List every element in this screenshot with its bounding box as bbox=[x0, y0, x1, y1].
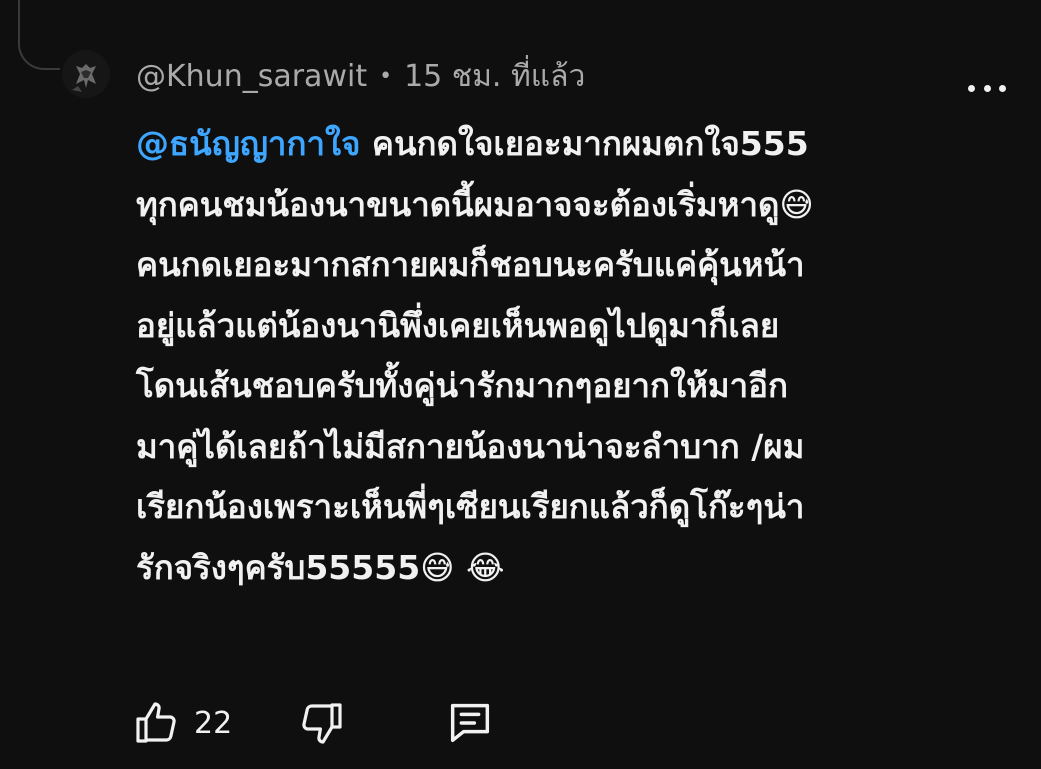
comment-line: มาคู่ได้เลยถ้าไม่มีสกายน้องนาน่าจะลำบาก … bbox=[136, 426, 805, 466]
comment-icon bbox=[451, 703, 490, 743]
avatar-image bbox=[62, 50, 110, 98]
more-horizontal-icon bbox=[968, 84, 975, 92]
thread-connector bbox=[18, 0, 60, 70]
avatar[interactable] bbox=[62, 50, 110, 98]
more-options-button[interactable] bbox=[968, 78, 1006, 98]
author-handle[interactable]: @Khun_sarawit bbox=[136, 59, 367, 94]
comment-header: @Khun_sarawit • 15 ชม. ที่แล้ว bbox=[136, 56, 585, 96]
separator-dot: • bbox=[379, 63, 393, 89]
like-button[interactable]: 22 bbox=[132, 699, 232, 747]
dislike-button[interactable] bbox=[298, 699, 346, 747]
thumb-up-icon bbox=[136, 702, 176, 743]
timestamp[interactable]: 15 ชม. ที่แล้ว bbox=[404, 53, 585, 100]
comment-text: คนกดใจเยอะมากผมตกใจ555 bbox=[360, 124, 809, 163]
comment-actions: 22 bbox=[132, 695, 496, 751]
thumb-down-icon bbox=[302, 703, 342, 744]
comment-line: คนกดเยอะมากสกายผมก็ชอบนะครับแค่คุ้นหน้า bbox=[136, 245, 805, 284]
comment-line: อยู่แล้วแต่น้องนานิพึ่งเคยเห็นพอดูไปดูมา… bbox=[136, 305, 780, 345]
comment-line: โดนเส้นชอบครับทั้งคู่น่ารักมากๆอยากให้มา… bbox=[136, 366, 788, 405]
like-count: 22 bbox=[194, 705, 233, 741]
mention-link[interactable]: @ธนัญญากาใจ bbox=[136, 124, 360, 163]
reply-button[interactable] bbox=[444, 697, 496, 749]
comment-line: เรียกน้องเพราะเห็นพี่ๆเซียนเรียกแล้วก็ดู… bbox=[136, 487, 805, 526]
comment-line: @ธนัญญากาใจ คนกดใจเยอะมากผมตกใจ555 bbox=[136, 114, 966, 175]
comment-body: @ธนัญญากาใจ คนกดใจเยอะมากผมตกใจ555 ทุกคน… bbox=[136, 114, 966, 598]
comment-line: ทุกคนชมน้องนาขนาดนี้ผมอาจจะต้องเริ่มหาดู… bbox=[136, 184, 814, 224]
comment-line: รักจริงๆครับ55555😅 😂 bbox=[136, 547, 505, 587]
